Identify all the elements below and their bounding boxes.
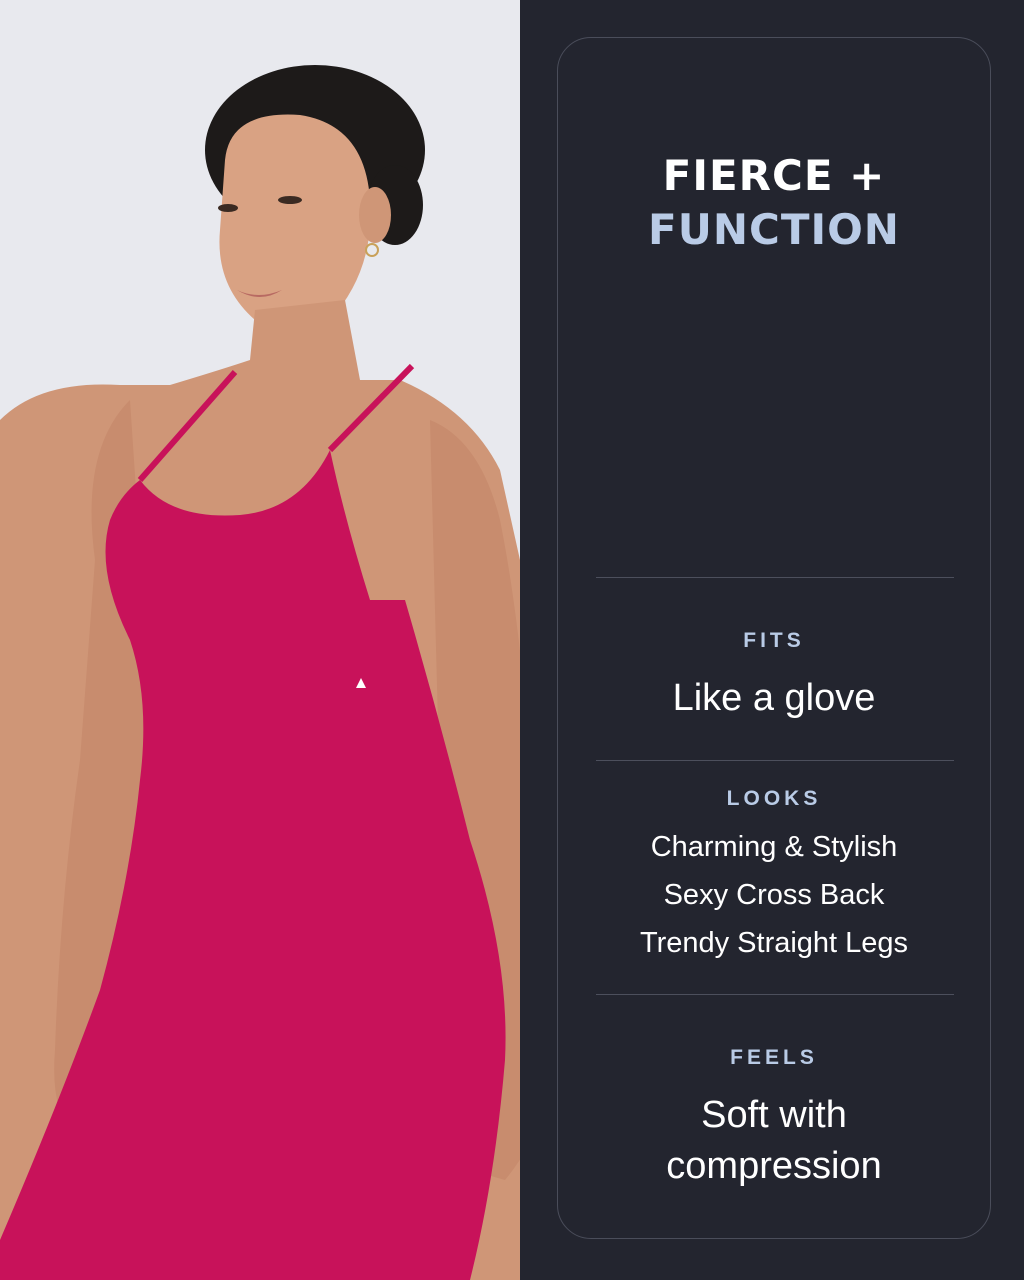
feature-card: FIERCE + FUNCTION FITS Like a glove LOOK… bbox=[557, 37, 991, 1239]
face-shape bbox=[219, 114, 371, 333]
headline-line-2: FUNCTION bbox=[648, 205, 900, 254]
product-photo bbox=[0, 0, 520, 1280]
ear-shape bbox=[359, 187, 391, 243]
feels-text-line-2: compression bbox=[666, 1145, 882, 1187]
looks-item-1: Charming & Stylish bbox=[650, 831, 898, 863]
divider-2 bbox=[596, 760, 954, 761]
fits-label: FITS bbox=[743, 629, 805, 652]
looks-label: LOOKS bbox=[726, 787, 822, 810]
headline-line-1: FIERCE + bbox=[662, 151, 886, 200]
info-panel: FIERCE + FUNCTION FITS Like a glove LOOK… bbox=[520, 0, 1024, 1280]
feels-text-line-1: Soft with bbox=[701, 1094, 847, 1136]
earring-shape bbox=[365, 243, 379, 257]
eye-left bbox=[218, 204, 238, 212]
feels-label: FEELS bbox=[730, 1046, 818, 1069]
model-illustration bbox=[0, 65, 520, 1280]
eye-right bbox=[278, 196, 302, 204]
divider-1 bbox=[596, 577, 954, 578]
looks-item-3: Trendy Straight Legs bbox=[639, 927, 909, 959]
divider-3 bbox=[596, 994, 954, 995]
looks-item-2: Sexy Cross Back bbox=[663, 879, 885, 911]
fits-text: Like a glove bbox=[672, 677, 876, 719]
